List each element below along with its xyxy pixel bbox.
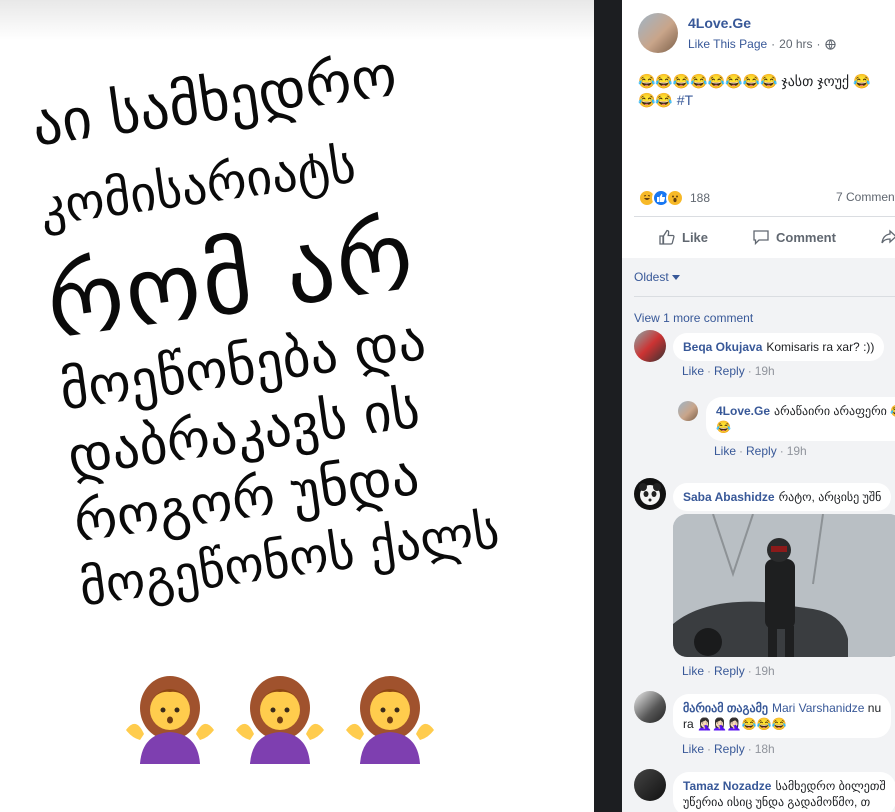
- meta-separator: ·: [816, 37, 821, 51]
- meta-separator: ·: [771, 37, 776, 51]
- comment-actions: Like · Reply · 19h: [682, 664, 775, 678]
- share-icon: [881, 229, 895, 244]
- avatar[interactable]: [678, 401, 698, 421]
- globe-icon: [824, 38, 836, 50]
- facebook-photo-viewer: აი სამხედრო კომისარიატს რომ არ მოეწონება…: [0, 0, 895, 812]
- comment-reply-link[interactable]: Reply: [746, 444, 777, 458]
- comment-bubble: Tamaz Nozadze სამხედრო ბილეთშ უწერია ისიც…: [673, 772, 895, 812]
- comment-text: სამხედრო ბილეთშ: [775, 779, 886, 793]
- person-shrugging-emoji: [346, 676, 434, 764]
- comment-icon: [753, 230, 769, 246]
- hashtag-link[interactable]: #T: [677, 92, 693, 108]
- chevron-down-icon: [672, 275, 681, 280]
- like-button[interactable]: Like: [658, 222, 708, 252]
- comment-bubble: Beqa Okujava Komisaris ra xar? :)): [673, 333, 885, 361]
- sort-separator: [634, 296, 895, 297]
- comment-like-link[interactable]: Like: [714, 444, 736, 458]
- comment-mention-link[interactable]: Mari Varshanidze: [772, 701, 864, 715]
- thumbs-up-icon: [659, 229, 675, 245]
- avatar[interactable]: [634, 478, 666, 510]
- comment-author[interactable]: 4Love.Ge: [716, 404, 770, 418]
- comment-time[interactable]: 19h: [755, 664, 775, 678]
- comment-sort-dropdown[interactable]: Oldest: [634, 270, 681, 284]
- comment-reply-link[interactable]: Reply: [714, 742, 745, 756]
- post-text-line-2: 😂😂 #T: [638, 91, 895, 110]
- avatar[interactable]: [634, 691, 666, 723]
- post-text: 😂😂😂😂😂😂😂😂 ჯასთ ჯოუქ 😂 😂😂 #T: [638, 72, 895, 110]
- comment-text: არაწაირი არაფერი 😂: [774, 404, 895, 418]
- reaction-count: 188: [690, 191, 711, 205]
- photo-top-shade: [0, 0, 594, 40]
- post-text-emoji: 😂😂: [638, 92, 673, 108]
- comment-text-line-2: 😂: [716, 420, 731, 434]
- like-page-link[interactable]: Like This Page: [688, 37, 767, 51]
- share-button[interactable]: [880, 222, 895, 252]
- comment-bubble: მარიამ თაგამე Mari Varshanidze nu ra 🤦🏻‍♀…: [673, 694, 892, 738]
- page-name-link[interactable]: 4Love.Ge: [688, 15, 751, 31]
- person-shrugging-emoji: [126, 676, 214, 764]
- person-shrugging-emoji: [236, 676, 324, 764]
- post-meta: Like This Page · 20 hrs ·: [688, 37, 836, 51]
- avatar[interactable]: [634, 769, 666, 801]
- avatar[interactable]: [634, 330, 666, 362]
- comment-text: რატო, არცისე უშნ: [778, 490, 882, 504]
- comment-reply-link[interactable]: Reply: [714, 364, 745, 378]
- reactions-summary[interactable]: 188: [638, 189, 710, 207]
- comment-author[interactable]: Beqa Okujava: [683, 340, 762, 354]
- comment-actions: Like · Reply · 19h: [714, 444, 807, 458]
- comment-sort-label: Oldest: [634, 270, 669, 284]
- comment-button-label: Comment: [776, 229, 836, 245]
- comment-attached-image[interactable]: [673, 514, 895, 657]
- post-actions-bar: Like Comment: [622, 222, 895, 252]
- comment-text-line-2: ra 🤦🏻‍♀️🤦🏻‍♀️🤦🏻‍♀️😂😂😂: [683, 717, 787, 731]
- viewer-divider: [594, 0, 622, 812]
- comment-time[interactable]: 18h: [755, 742, 775, 756]
- comment-bubble: Saba Abashidze რატო, არცისე უშნ: [673, 483, 892, 511]
- comment-time[interactable]: 19h: [787, 444, 807, 458]
- post-photo[interactable]: აი სამხედრო კომისარიატს რომ არ მოეწონება…: [0, 0, 594, 812]
- like-button-label: Like: [682, 229, 709, 245]
- comment-actions: Like · Reply · 18h: [682, 742, 775, 756]
- post-text-line-1: 😂😂😂😂😂😂😂😂 ჯასთ ჯოუქ 😂: [638, 73, 871, 89]
- comment-author[interactable]: Saba Abashidze: [683, 490, 775, 504]
- page-avatar[interactable]: [638, 13, 678, 53]
- actions-separator-top: [634, 216, 895, 217]
- reply-bubble: 4Love.Ge არაწაირი არაფერი 😂 😂: [706, 397, 895, 441]
- comment-actions: Like · Reply · 19h: [682, 364, 775, 378]
- wow-reaction-icon: [666, 189, 684, 207]
- view-more-comments-link[interactable]: View 1 more comment: [634, 311, 753, 325]
- comment-like-link[interactable]: Like: [682, 364, 704, 378]
- comment-text-line-2: უწერია ისიც უნდა გადამოწმო, თ: [683, 795, 871, 809]
- comment-author[interactable]: მარიამ თაგამე: [683, 701, 768, 715]
- comment-text: nu: [867, 701, 882, 715]
- post-time[interactable]: 20 hrs: [779, 37, 812, 51]
- comment-time[interactable]: 19h: [755, 364, 775, 378]
- comment-count-link[interactable]: 7 Comments: [836, 190, 895, 204]
- comment-like-link[interactable]: Like: [682, 664, 704, 678]
- comment-author[interactable]: Tamaz Nozadze: [683, 779, 771, 793]
- comment-text: Komisaris ra xar? :)): [766, 340, 875, 354]
- comment-reply-link[interactable]: Reply: [714, 664, 745, 678]
- comment-like-link[interactable]: Like: [682, 742, 704, 756]
- post-side-panel: 4Love.Ge Like This Page · 20 hrs · 😂😂😂😂😂…: [622, 0, 895, 812]
- comment-button[interactable]: Comment: [752, 222, 836, 252]
- shrug-emoji-row: [122, 668, 438, 764]
